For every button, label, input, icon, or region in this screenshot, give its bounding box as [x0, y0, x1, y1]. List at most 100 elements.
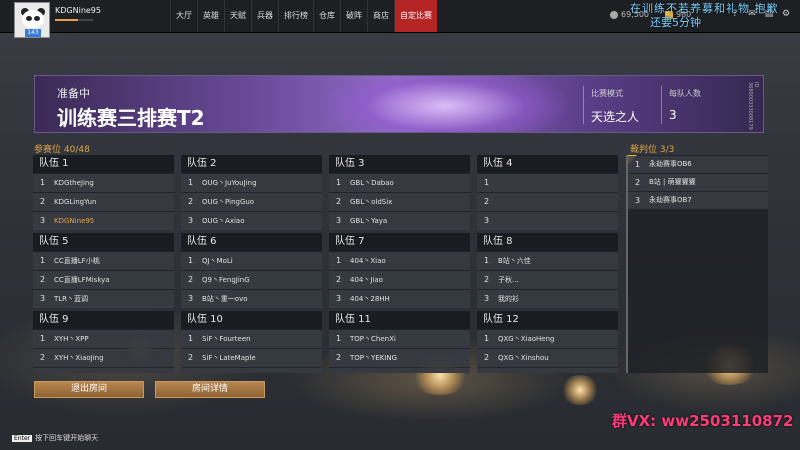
player-slot[interactable]: 2 OUG丶PingGuo: [181, 193, 322, 211]
player-slot[interactable]: 1 KDGtheJing: [33, 174, 174, 192]
player-name: B站丶重一ovo: [202, 295, 248, 303]
nav-item-heroes[interactable]: 英雄: [197, 0, 224, 32]
player-slot[interactable]: 2 QXG丶Xinshou: [477, 349, 618, 367]
slot-number: 3: [484, 294, 490, 303]
player-name: OUG丶Axiao: [202, 217, 245, 225]
player-slot[interactable]: 3: [477, 212, 618, 230]
player-slot[interactable]: 1 OUG丶JuYouJing: [181, 174, 322, 192]
seats-counter: 参赛位 40/48: [34, 145, 90, 155]
player-slot[interactable]: 3 QXG丶A...: [477, 368, 618, 373]
nav-item-storage[interactable]: 仓库: [313, 0, 340, 32]
enter-key-icon: Enter: [12, 435, 33, 442]
team-card: 队伍 11 1 TOP丶ChenXi 2 TOP丶YEKING 3 TOP丶Y...: [329, 311, 470, 373]
player-name: OUG丶JuYouJing: [202, 179, 257, 187]
slot-number: 2: [336, 353, 342, 362]
player-slot[interactable]: 2 SiF丶LateMaple: [181, 349, 322, 367]
player-slot[interactable]: 3 404丶28HH: [329, 290, 470, 308]
nav-item-talents[interactable]: 天赋: [224, 0, 251, 32]
room-banner: 准备中 训练赛三排赛T2 比赛模式 天选之人 每队人数 3 ID 3680003…: [34, 75, 764, 133]
slot-number: 2: [336, 197, 342, 206]
player-slot[interactable]: 2 KDGLingYun: [33, 193, 174, 211]
top-bar: 143 KDGNine95 大厅 英雄 天赋 兵器 排行榜 仓库 破阵 商店 自…: [0, 0, 800, 38]
slot-number: 1: [484, 334, 490, 343]
team-card: 队伍 6 1 QJ丶MoLi 2 Q9丶FengJinG 3 B站丶重一ovo: [181, 233, 322, 308]
nav-item-weapons[interactable]: 兵器: [251, 0, 278, 32]
slot-number: 1: [40, 256, 46, 265]
player-slot[interactable]: 2 404丶Jiao: [329, 271, 470, 289]
player-slot[interactable]: 3 XYH丶W...Feng: [33, 368, 174, 373]
team-name: 队伍 1: [33, 155, 174, 173]
player-slot[interactable]: 2 CC直播LFMiskya: [33, 271, 174, 289]
player-name: XYH丶XPP: [54, 335, 89, 343]
settings-icon[interactable]: ⚙: [781, 9, 791, 19]
player-slot[interactable]: 2 GBL丶oldSix: [329, 193, 470, 211]
player-slot[interactable]: 2 Q9丶FengJinG: [181, 271, 322, 289]
player-slot[interactable]: 1 XYH丶XPP: [33, 330, 174, 348]
slot-number: 3: [188, 216, 194, 225]
player-slot[interactable]: 2 子秋...: [477, 271, 618, 289]
slot-number: 2: [40, 197, 46, 206]
team-name: 队伍 8: [477, 233, 618, 251]
slot-number: 3: [336, 294, 342, 303]
stream-overlay-text: 还要5分钟: [650, 16, 701, 29]
nav-item-custom-match[interactable]: 自定比赛: [394, 0, 437, 32]
room-details-button[interactable]: 房间详情: [155, 381, 265, 398]
player-slot[interactable]: 1 B站丶六佳: [477, 252, 618, 270]
lantern-glow: [560, 375, 600, 405]
player-slot[interactable]: 1 CC直播LF小桃: [33, 252, 174, 270]
player-slot[interactable]: 1: [477, 174, 618, 192]
player-slot[interactable]: 3 我的衫: [477, 290, 618, 308]
player-slot[interactable]: 3 TLR丶蓝调: [33, 290, 174, 308]
referee-slot[interactable]: 3 永劫赛事OB7: [628, 192, 768, 209]
avatar[interactable]: 143: [14, 2, 50, 38]
player-slot[interactable]: 3 KDGNine95: [33, 212, 174, 230]
team-card: 队伍 5 1 CC直播LF小桃 2 CC直播LFMiskya 3 TLR丶蓝调: [33, 233, 174, 308]
slot-number: 3: [484, 216, 490, 225]
slot-number: 1: [336, 334, 342, 343]
referee-slot[interactable]: 2 B站 | 萌獾獾獾: [628, 174, 768, 191]
nav-item-shop[interactable]: 商店: [367, 0, 394, 32]
player-slot[interactable]: 1 QJ丶MoLi: [181, 252, 322, 270]
nav-item-lobby[interactable]: 大厅: [170, 0, 197, 32]
player-name: 子秋...: [498, 276, 519, 284]
team-card: 队伍 7 1 404丶Xiao 2 404丶Jiao 3 404丶28HH: [329, 233, 470, 308]
xp-bar: [55, 19, 93, 21]
player-slot[interactable]: 1 SiF丶Fourteen: [181, 330, 322, 348]
nav-item-leaderboard[interactable]: 排行榜: [278, 0, 313, 32]
player-name: CC直播LFMiskya: [54, 276, 110, 284]
slot-number: 1: [484, 256, 490, 265]
chat-hint[interactable]: Enter 按下回车键开始聊天: [12, 433, 98, 443]
player-slot[interactable]: 1 404丶Xiao: [329, 252, 470, 270]
slot-number: 1: [188, 178, 194, 187]
player-name: TOP丶Y...: [350, 368, 381, 373]
team-card: 队伍 8 1 B站丶六佳 2 子秋... 3 我的衫: [477, 233, 618, 308]
team-name: 队伍 3: [329, 155, 470, 173]
nav-item-formation[interactable]: 破阵: [340, 0, 367, 32]
referee-slot[interactable]: 1 永劫赛事OB6: [628, 156, 768, 173]
player-name: TLR丶蓝调: [54, 295, 89, 303]
slot-number: 2: [188, 197, 194, 206]
player-slot[interactable]: 2 XYH丶XiaoJing: [33, 349, 174, 367]
leave-room-button[interactable]: 退出房间: [34, 381, 144, 398]
player-name: QXG丶Xinshou: [498, 354, 549, 362]
player-name: KDGNine95: [54, 217, 95, 225]
team-name: 队伍 7: [329, 233, 470, 251]
slot-number: 3: [188, 294, 194, 303]
player-slot[interactable]: 1 GBL丶Dabao: [329, 174, 470, 192]
player-name: KDGtheJing: [54, 179, 94, 187]
player-slot[interactable]: 1 TOP丶ChenXi: [329, 330, 470, 348]
player-slot[interactable]: 1 QXG丶XiaoHeng: [477, 330, 618, 348]
player-slot[interactable]: 2: [477, 193, 618, 211]
player-slot[interactable]: 2 TOP丶YEKING: [329, 349, 470, 367]
player-slot[interactable]: 3 OUG丶Axiao: [181, 212, 322, 230]
player-slot[interactable]: 3 B站丶重一ovo: [181, 290, 322, 308]
player-name: QXG丶A...: [498, 368, 532, 373]
player-name: 404丶Xiao: [350, 257, 386, 265]
slot-number: 3: [188, 368, 196, 373]
player-name: KDGLingYun: [54, 198, 97, 206]
player-slot[interactable]: 3 SiF丶...: [181, 368, 322, 373]
player-name: XYH丶W...Feng: [54, 368, 105, 373]
player-slot[interactable]: 3 TOP丶Y...: [329, 368, 470, 373]
divider: [583, 86, 584, 124]
player-slot[interactable]: 3 GBL丶Yaya: [329, 212, 470, 230]
